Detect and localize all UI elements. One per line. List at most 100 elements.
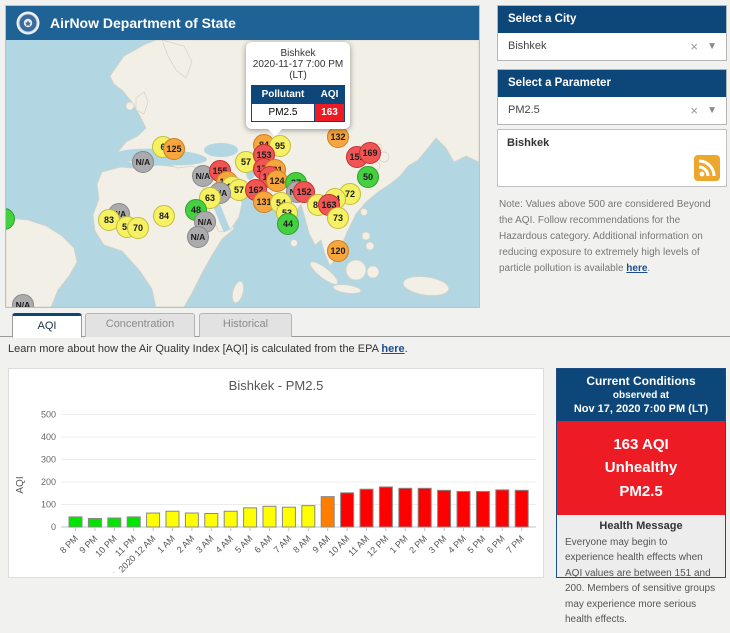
state-department-seal-icon [16, 11, 40, 35]
x-axis-label: 10 PM [93, 533, 118, 558]
map-panel: AirNow Department of State [5, 5, 480, 308]
x-axis-label: 12 PM [365, 533, 390, 558]
aqi-map-marker[interactable]: 70 [127, 217, 149, 239]
x-axis-label: 3 AM [194, 533, 216, 555]
aqi-bar[interactable] [457, 491, 470, 527]
popup-pollutant-header: Pollutant [252, 86, 315, 104]
aqi-map-marker[interactable]: N/A [132, 151, 154, 173]
aqi-bar[interactable] [476, 491, 489, 527]
basemap [6, 40, 479, 307]
x-axis-label: 2 PM [407, 533, 429, 555]
aqi-map-marker[interactable]: 132 [327, 126, 349, 148]
conditions-aqi-value: 163 AQI [561, 433, 721, 456]
conditions-aqi-block: 163 AQI Unhealthy PM2.5 [557, 421, 725, 515]
tab-historical[interactable]: Historical [199, 313, 292, 337]
x-axis-label: 1 PM [388, 533, 410, 555]
aqi-map-marker[interactable]: 50 [357, 166, 379, 188]
clear-icon[interactable]: × [690, 97, 698, 124]
city-panel: Select a City Bishkek × ▼ [497, 5, 727, 61]
aqi-map-marker[interactable]: 73 [327, 207, 349, 229]
popup-city: Bishkek [251, 48, 345, 59]
chevron-down-icon[interactable]: ▼ [707, 33, 717, 60]
world-map[interactable]: N/A612557N/A1551429557N/A634884N/A835870… [6, 40, 479, 307]
svg-text:100: 100 [41, 500, 56, 510]
aqi-bar[interactable] [69, 517, 82, 527]
map-popup: Bishkek 2020-11-17 7:00 PM (LT) Pollutan… [246, 42, 350, 129]
aqi-bar[interactable] [205, 514, 218, 528]
learn-more-here-link[interactable]: here [381, 343, 404, 355]
aqi-bar[interactable] [399, 488, 412, 527]
conditions-datetime: Nov 17, 2020 7:00 PM (LT) [561, 403, 721, 415]
aqi-bar[interactable] [341, 493, 354, 527]
aqi-map-marker[interactable]: N/A [187, 226, 209, 248]
aqi-bar[interactable] [379, 487, 392, 527]
aqi-bar-chart: 0100200300400500AQI8 PM9 PM10 PM11 PM17,… [9, 393, 542, 573]
learn-more-text: Learn more about how the Air Quality Ind… [8, 343, 408, 355]
health-message-title: Health Message [565, 520, 717, 532]
parameter-select[interactable]: PM2.5 × ▼ [498, 97, 726, 124]
tab-concentration[interactable]: Concentration [85, 313, 195, 337]
parameter-panel: Select a Parameter PM2.5 × ▼ [497, 69, 727, 125]
svg-text:0: 0 [51, 522, 56, 532]
aqi-bar[interactable] [166, 511, 179, 527]
svg-text:300: 300 [41, 455, 56, 465]
popup-datetime-lt: (LT) [251, 70, 345, 81]
x-axis-label: 5 AM [233, 533, 255, 555]
aqi-bar[interactable] [302, 506, 315, 527]
x-axis-label: 8 AM [291, 533, 313, 555]
health-message-text: Everyone may begin to experience health … [565, 535, 717, 628]
aqi-bar[interactable] [108, 518, 121, 527]
chart-title: Bishkek - PM2.5 [9, 369, 543, 393]
tab-strip: AQI Concentration Historical [0, 313, 730, 337]
health-message-block: Health Message Everyone may begin to exp… [557, 515, 725, 633]
aqi-bar[interactable] [127, 517, 140, 527]
aqi-map-marker[interactable]: 44 [277, 213, 299, 235]
aqi-bar[interactable] [147, 513, 160, 527]
chevron-down-icon[interactable]: ▼ [707, 97, 717, 124]
aqi-bar[interactable] [282, 507, 295, 527]
aqi-bar[interactable] [244, 508, 257, 527]
tab-aqi[interactable]: AQI [12, 313, 82, 338]
aqi-bar[interactable] [515, 490, 528, 527]
popup-aqi-value: 163 [314, 104, 344, 122]
aqi-bar[interactable] [496, 490, 509, 527]
svg-text:200: 200 [41, 477, 56, 487]
x-axis-label: 2 AM [175, 533, 197, 555]
aqi-bar[interactable] [88, 518, 101, 527]
conditions-pollutant: PM2.5 [561, 480, 721, 503]
aqi-map-marker[interactable]: 125 [163, 138, 185, 160]
x-axis-label: 8 PM [58, 533, 80, 555]
x-axis-label: 4 AM [214, 533, 236, 555]
app-title: AirNow Department of State [50, 15, 236, 31]
conditions-title: Current Conditions [561, 374, 721, 388]
x-axis-label: 6 AM [252, 533, 274, 555]
current-conditions-panel: Current Conditions observed at Nov 17, 2… [556, 368, 726, 578]
aqi-bar[interactable] [263, 506, 276, 527]
aqi-bar[interactable] [438, 490, 451, 527]
clear-icon[interactable]: × [690, 33, 698, 60]
aqi-bar[interactable] [418, 488, 431, 527]
feed-box[interactable]: Bishkek [497, 129, 727, 187]
popup-pollutant-value: PM2.5 [252, 104, 315, 122]
conditions-aqi-category: Unhealthy [561, 456, 721, 479]
aqi-bar[interactable] [360, 489, 373, 527]
parameter-select-value: PM2.5 [508, 97, 540, 124]
popup-table: Pollutant AQI PM2.5 163 [251, 85, 345, 122]
note-text: Note: Values above 500 are considered Be… [499, 199, 711, 274]
aqi-bar[interactable] [321, 497, 334, 527]
parameter-panel-header: Select a Parameter [498, 70, 726, 97]
x-axis-label: 4 PM [446, 533, 468, 555]
aqi-bar[interactable] [185, 513, 198, 527]
aqi-map-marker[interactable]: 169 [359, 142, 381, 164]
svg-text:500: 500 [41, 410, 56, 420]
map-header: AirNow Department of State [6, 6, 479, 40]
note-here-link[interactable]: here [626, 263, 647, 274]
aqi-map-marker[interactable]: 84 [153, 205, 175, 227]
svg-text:AQI: AQI [15, 476, 26, 493]
city-select[interactable]: Bishkek × ▼ [498, 33, 726, 60]
rss-icon[interactable] [694, 155, 720, 181]
aqi-bar[interactable] [224, 511, 237, 527]
aqi-map-marker[interactable]: 120 [327, 240, 349, 262]
popup-datetime: 2020-11-17 7:00 PM [251, 59, 345, 70]
x-axis-label: 6 PM [485, 533, 507, 555]
